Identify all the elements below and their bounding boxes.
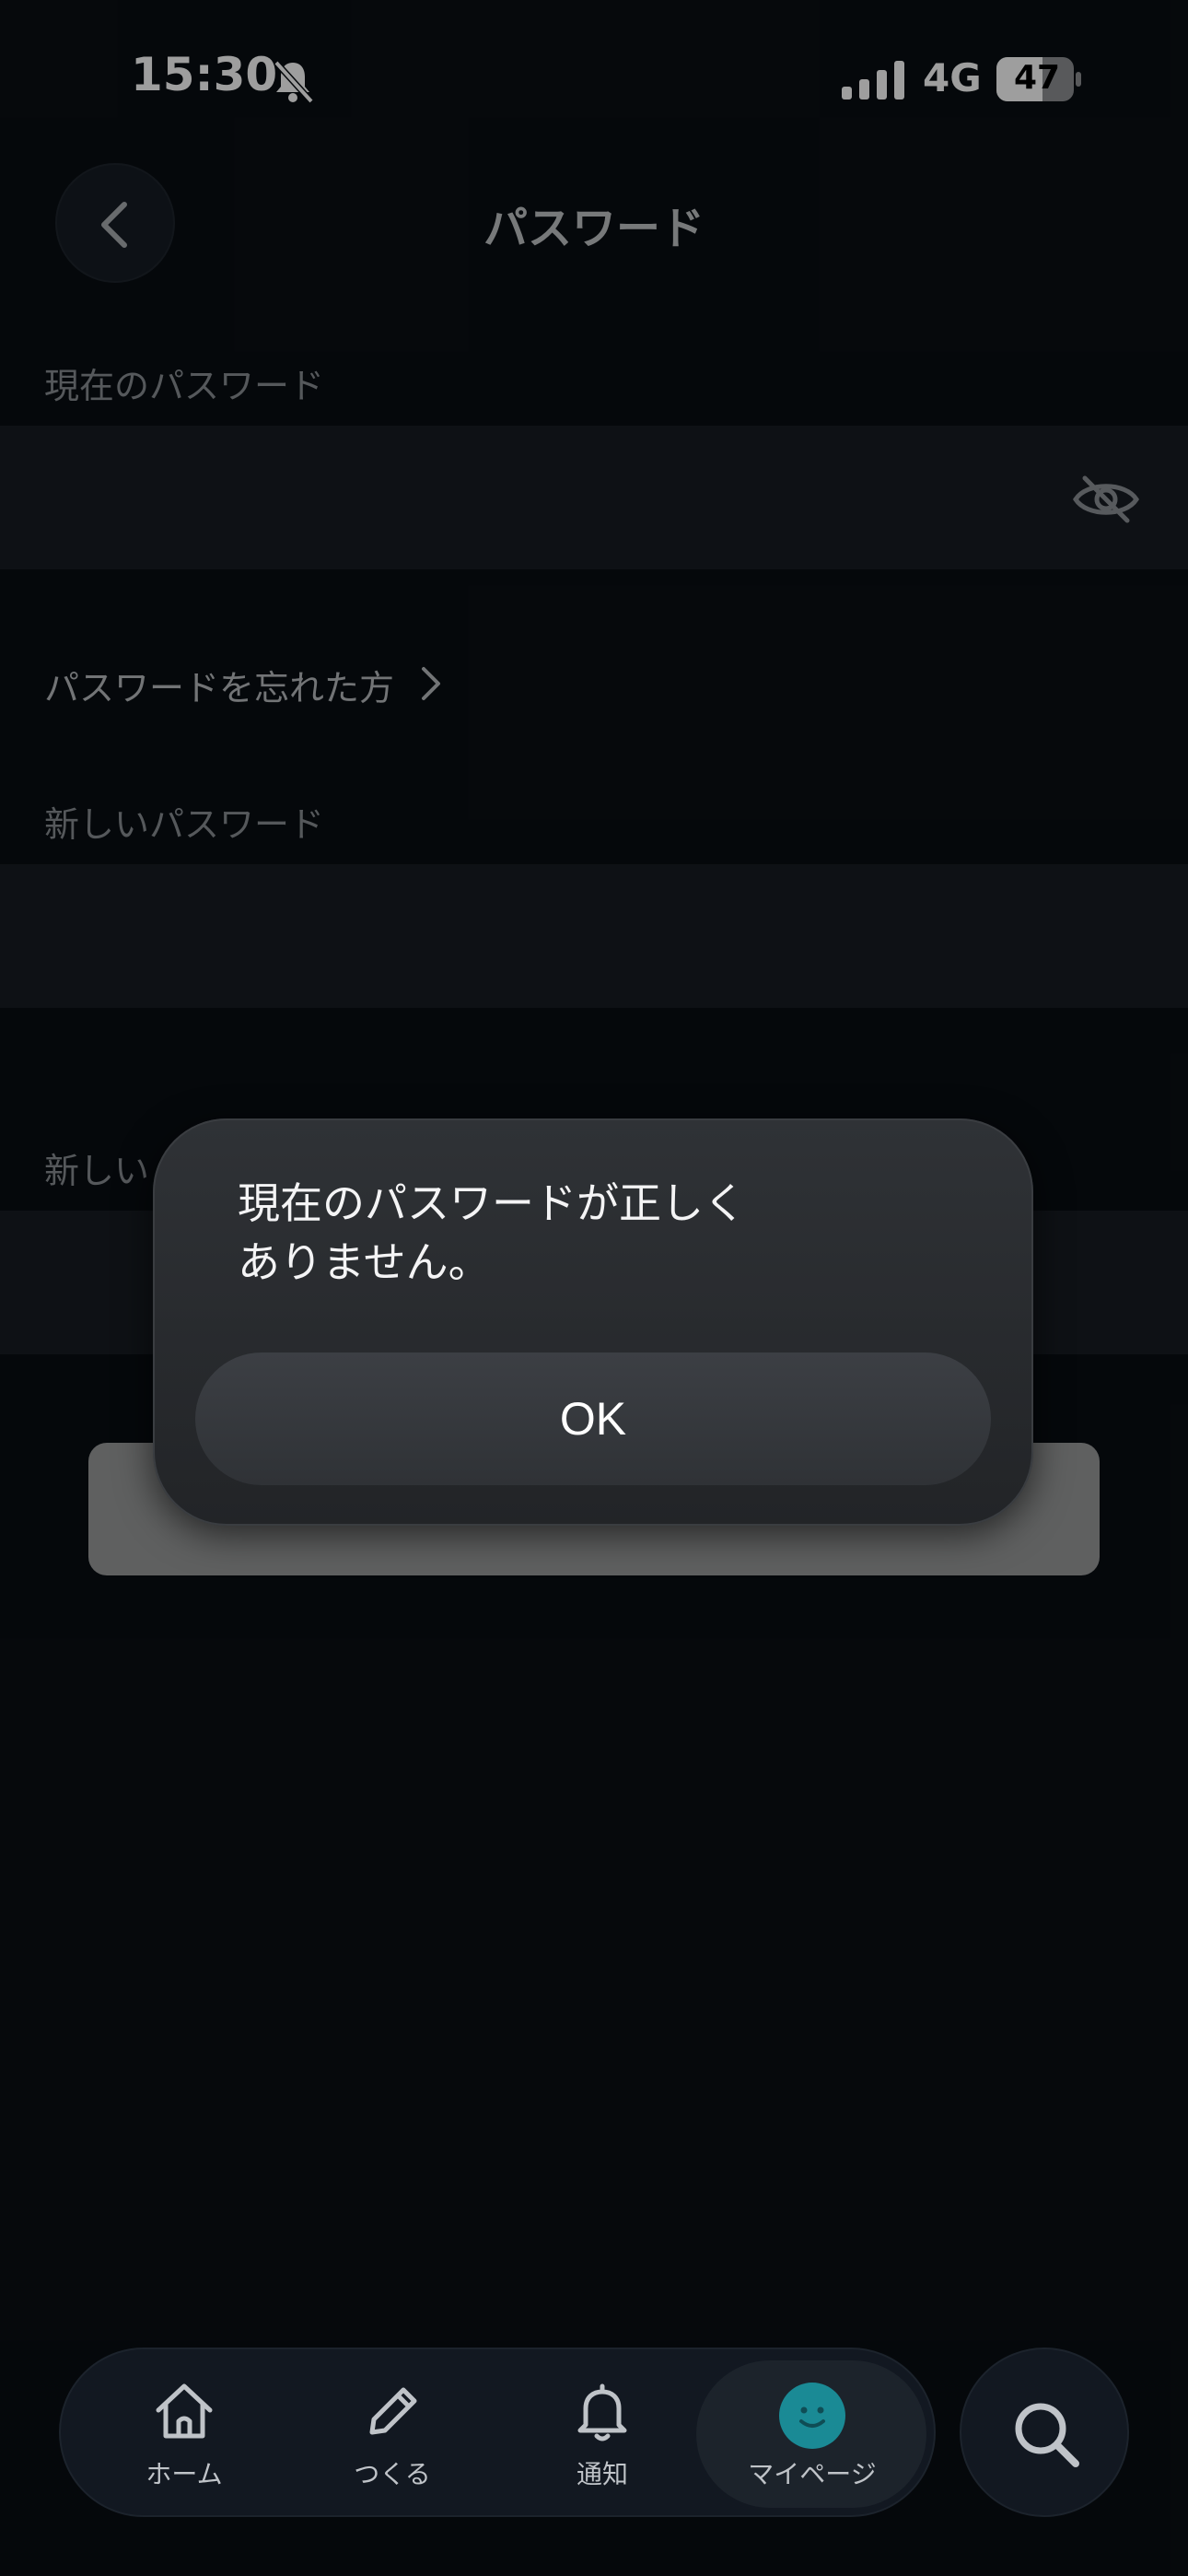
home-icon	[156, 2383, 213, 2439]
error-alert: 現在のパスワードが正しく ありません。 OK	[153, 1118, 1033, 1526]
search-button[interactable]	[960, 2348, 1129, 2517]
pencil-icon	[369, 2387, 417, 2435]
alert-message: 現在のパスワードが正しく ありません。	[238, 1178, 746, 1287]
ok-button[interactable]: OK	[195, 1352, 991, 1485]
tab-label: 通知	[576, 2459, 628, 2489]
tab-label: マイページ	[748, 2459, 877, 2489]
tab-label: つくる	[354, 2459, 431, 2489]
tab-label: ホーム	[146, 2459, 223, 2489]
tab-notifications[interactable]: 通知	[510, 2359, 694, 2506]
tab-create[interactable]: つくる	[300, 2359, 484, 2506]
avatar-icon	[779, 2383, 845, 2449]
bell-icon	[577, 2383, 627, 2441]
search-icon	[1015, 2403, 1079, 2467]
tab-home[interactable]: ホーム	[92, 2359, 276, 2506]
